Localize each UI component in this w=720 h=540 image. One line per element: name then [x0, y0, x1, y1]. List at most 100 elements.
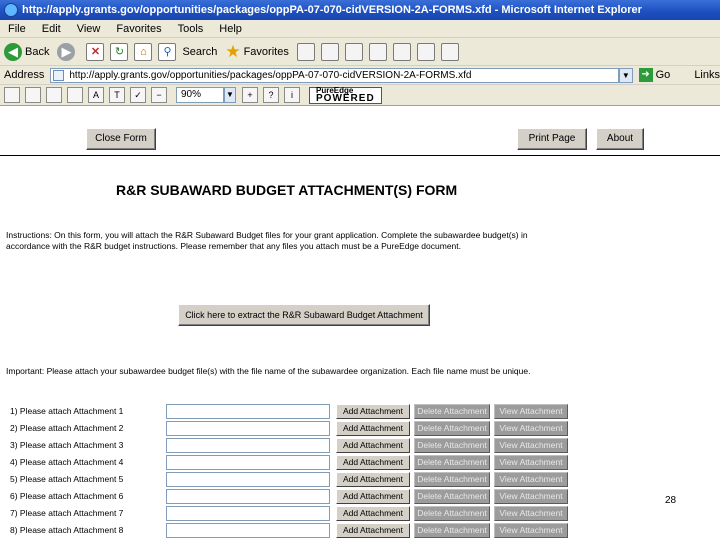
- zoom-field[interactable]: 90%: [176, 87, 224, 103]
- attachment-row: 2) Please attach Attachment 2 Add Attach…: [0, 421, 720, 438]
- attachment-filename-field[interactable]: [166, 523, 330, 538]
- attachment-label: 5) Please attach Attachment 5: [10, 474, 124, 484]
- attachment-filename-field[interactable]: [166, 455, 330, 470]
- page-icon: [53, 69, 65, 81]
- search-button[interactable]: ⚲ Search: [158, 41, 217, 63]
- important-text: Important: Please attach your subawardee…: [6, 366, 531, 376]
- add-attachment-button[interactable]: Add Attachment: [336, 455, 410, 470]
- add-attachment-button[interactable]: Add Attachment: [336, 472, 410, 487]
- delete-attachment-button[interactable]: Delete Attachment: [414, 404, 490, 419]
- favorites-button[interactable]: ★ Favorites: [225, 41, 289, 63]
- address-input[interactable]: http://apply.grants.gov/opportunities/pa…: [50, 67, 619, 83]
- back-button[interactable]: ◀ Back: [4, 41, 49, 63]
- add-attachment-button[interactable]: Add Attachment: [336, 489, 410, 504]
- attachment-label: 1) Please attach Attachment 1: [10, 406, 124, 416]
- star-icon: ★: [225, 41, 241, 61]
- save-icon[interactable]: [25, 87, 41, 103]
- page-number: 28: [665, 495, 677, 506]
- view-attachment-button[interactable]: View Attachment: [494, 472, 568, 487]
- history-icon[interactable]: [296, 42, 315, 61]
- menu-favorites[interactable]: Favorites: [108, 23, 169, 35]
- delete-attachment-button[interactable]: Delete Attachment: [414, 523, 490, 538]
- attachment-label: 2) Please attach Attachment 2: [10, 423, 124, 433]
- edit-icon[interactable]: [368, 42, 387, 61]
- delete-attachment-button[interactable]: Delete Attachment: [414, 421, 490, 436]
- open-icon[interactable]: [4, 87, 20, 103]
- zoom-dropdown-icon[interactable]: ▼: [224, 87, 236, 103]
- address-label: Address: [4, 69, 45, 81]
- view-attachment-button[interactable]: View Attachment: [494, 506, 568, 521]
- form-content: Close Form Print Page About R&R SUBAWARD…: [0, 106, 720, 540]
- menu-edit[interactable]: Edit: [34, 23, 69, 35]
- messenger-icon[interactable]: [440, 42, 459, 61]
- print-icon[interactable]: [344, 42, 363, 61]
- attachment-row: 5) Please attach Attachment 5 Add Attach…: [0, 472, 720, 489]
- add-attachment-button[interactable]: Add Attachment: [336, 438, 410, 453]
- attachment-filename-field[interactable]: [166, 404, 330, 419]
- attachment-filename-field[interactable]: [166, 489, 330, 504]
- form-title: R&R SUBAWARD BUDGET ATTACHMENT(S) FORM: [116, 182, 458, 198]
- menu-view[interactable]: View: [69, 23, 109, 35]
- font-icon[interactable]: A: [88, 87, 104, 103]
- attachment-row: 1) Please attach Attachment 1 Add Attach…: [0, 404, 720, 421]
- add-attachment-button[interactable]: Add Attachment: [336, 404, 410, 419]
- view-attachment-button[interactable]: View Attachment: [494, 455, 568, 470]
- print-form-icon[interactable]: [46, 87, 62, 103]
- about-button[interactable]: About: [596, 128, 644, 150]
- add-attachment-button[interactable]: Add Attachment: [336, 506, 410, 521]
- print-page-button[interactable]: Print Page: [517, 128, 587, 150]
- stop-icon[interactable]: ✕: [86, 42, 105, 61]
- zoom-in-icon[interactable]: +: [242, 87, 258, 103]
- attachment-filename-field[interactable]: [166, 438, 330, 453]
- attachment-label: 3) Please attach Attachment 3: [10, 440, 124, 450]
- home-icon[interactable]: ⌂: [134, 42, 153, 61]
- menu-help[interactable]: Help: [211, 23, 250, 35]
- view-attachment-button[interactable]: View Attachment: [494, 421, 568, 436]
- zoom-out-icon[interactable]: −: [151, 87, 167, 103]
- attachment-row: 4) Please attach Attachment 4 Add Attach…: [0, 455, 720, 472]
- menu-tools[interactable]: Tools: [170, 23, 212, 35]
- attachment-filename-field[interactable]: [166, 506, 330, 521]
- address-url: http://apply.grants.gov/opportunities/pa…: [69, 69, 472, 81]
- delete-attachment-button[interactable]: Delete Attachment: [414, 472, 490, 487]
- attachment-label: 8) Please attach Attachment 8: [10, 525, 124, 535]
- info-icon[interactable]: i: [284, 87, 300, 103]
- attachment-row: 7) Please attach Attachment 7 Add Attach…: [0, 506, 720, 523]
- help-icon[interactable]: ?: [263, 87, 279, 103]
- forward-arrow-icon: ▶: [57, 42, 76, 61]
- view-attachment-button[interactable]: View Attachment: [494, 404, 568, 419]
- search-label: Search: [182, 45, 218, 58]
- add-attachment-button[interactable]: Add Attachment: [336, 421, 410, 436]
- delete-attachment-button[interactable]: Delete Attachment: [414, 438, 490, 453]
- title-bar: http://apply.grants.gov/opportunities/pa…: [0, 0, 720, 20]
- checkbox-icon[interactable]: ✓: [130, 87, 146, 103]
- back-arrow-icon: ◀: [4, 42, 22, 61]
- view-attachment-button[interactable]: View Attachment: [494, 523, 568, 538]
- attachment-filename-field[interactable]: [166, 472, 330, 487]
- forward-button[interactable]: ▶: [57, 41, 78, 63]
- research-icon[interactable]: [416, 42, 435, 61]
- go-label: Go: [655, 69, 671, 81]
- attachment-row: 8) Please attach Attachment 8 Add Attach…: [0, 523, 720, 540]
- add-attachment-button[interactable]: Add Attachment: [336, 523, 410, 538]
- go-button[interactable]: ➜ Go: [638, 68, 671, 82]
- links-button[interactable]: Links: [694, 69, 720, 81]
- view-attachment-button[interactable]: View Attachment: [494, 489, 568, 504]
- mail-icon[interactable]: [320, 42, 339, 61]
- email-icon[interactable]: [67, 87, 83, 103]
- view-attachment-button[interactable]: View Attachment: [494, 438, 568, 453]
- attachment-label: 7) Please attach Attachment 7: [10, 508, 124, 518]
- delete-attachment-button[interactable]: Delete Attachment: [414, 489, 490, 504]
- delete-attachment-button[interactable]: Delete Attachment: [414, 455, 490, 470]
- extract-attachment-button[interactable]: Click here to extract the R&R Subaward B…: [178, 304, 430, 326]
- attachment-filename-field[interactable]: [166, 421, 330, 436]
- menu-file[interactable]: File: [0, 23, 34, 35]
- notes-icon[interactable]: [392, 42, 411, 61]
- text-icon[interactable]: T: [109, 87, 125, 103]
- refresh-icon[interactable]: ↻: [110, 42, 129, 61]
- attachment-label: 6) Please attach Attachment 6: [10, 491, 124, 501]
- close-form-button[interactable]: Close Form: [86, 128, 156, 150]
- attachment-row: 6) Please attach Attachment 6 Add Attach…: [0, 489, 720, 506]
- delete-attachment-button[interactable]: Delete Attachment: [414, 506, 490, 521]
- address-dropdown-icon[interactable]: ▼: [618, 67, 633, 83]
